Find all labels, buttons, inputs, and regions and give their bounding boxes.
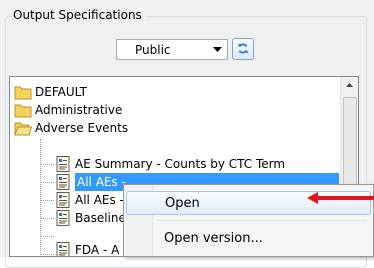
tree-connector xyxy=(40,182,54,183)
tree-connector xyxy=(40,139,41,256)
menu-item-label: Open version... xyxy=(164,231,263,246)
report-icon xyxy=(56,210,70,226)
refresh-button[interactable] xyxy=(232,38,254,60)
tree-item-label: AE Summary - Counts by CTC Term xyxy=(75,157,286,171)
group-title: Output Specifications xyxy=(10,8,145,22)
report-icon xyxy=(56,192,70,208)
tree-connector xyxy=(40,218,54,219)
tree-item-label: FDA - A xyxy=(75,243,120,257)
tree-item-label: Baseline xyxy=(75,211,126,225)
annotation-arrow-icon xyxy=(307,192,374,204)
tree-connector xyxy=(40,164,54,165)
report-icon xyxy=(56,242,70,256)
visibility-select-value: Public xyxy=(135,43,171,57)
visibility-select[interactable]: Public xyxy=(116,39,228,60)
tree-connector xyxy=(40,236,54,237)
report-icon xyxy=(56,156,70,172)
menu-item-open-version[interactable]: Open version... xyxy=(126,227,371,251)
tree-item-label: All AEs - xyxy=(75,193,124,207)
refresh-icon xyxy=(237,43,249,54)
folder-icon xyxy=(14,86,32,100)
tree-item-label: Administrative xyxy=(35,103,123,117)
report-icon xyxy=(56,174,70,190)
chevron-down-icon[interactable] xyxy=(210,42,225,57)
tree-connector xyxy=(40,200,54,201)
folder-open-icon xyxy=(14,122,32,136)
menu-item-label: Open xyxy=(165,196,200,211)
output-specifications-panel: Output Specifications Public DEFAULT Adm… xyxy=(0,0,374,268)
scroll-up-arrow-icon[interactable] xyxy=(341,77,358,94)
tree-item-label: Adverse Events xyxy=(35,121,129,135)
folder-icon xyxy=(14,104,32,118)
menu-separator xyxy=(156,220,366,221)
tree-item-label: DEFAULT xyxy=(35,85,87,99)
tree-connector xyxy=(40,254,54,255)
